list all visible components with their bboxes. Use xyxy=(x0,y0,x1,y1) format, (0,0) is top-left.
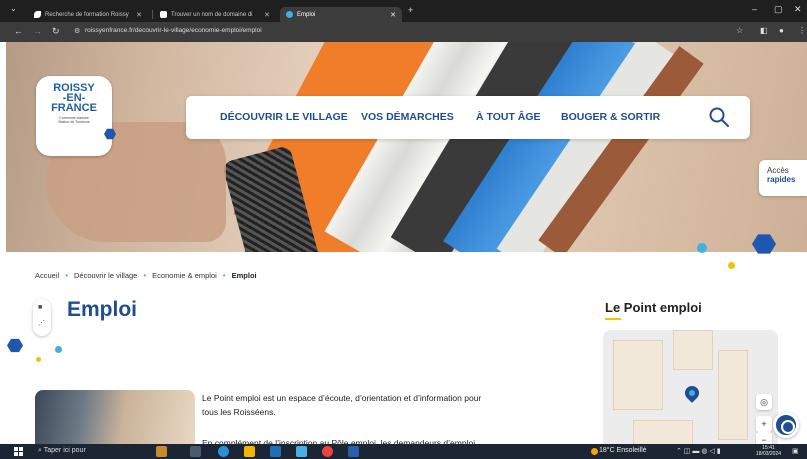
decor-cyan-dot xyxy=(697,243,707,253)
map-building xyxy=(633,420,693,445)
close-tab-icon[interactable]: ✕ xyxy=(264,11,270,19)
chat-help-button[interactable] xyxy=(773,412,799,438)
edge-icon[interactable] xyxy=(218,446,229,457)
file-explorer-icon[interactable] xyxy=(244,446,255,457)
minimize-icon[interactable]: – xyxy=(752,4,757,14)
print-icon[interactable]: ■ xyxy=(38,304,42,311)
weather-text[interactable]: 18°C Ensoleillé xyxy=(599,447,647,454)
breadcrumb-separator-icon: • xyxy=(222,271,226,280)
reload-icon[interactable]: ↻ xyxy=(52,26,60,37)
leaf-favicon-icon xyxy=(34,11,41,18)
tab-recherche[interactable]: Recherche de formation Roissy ✕ xyxy=(28,7,148,22)
url-field[interactable]: roissyenfrance.fr/decouvrir-le-village/e… xyxy=(85,27,262,34)
article-intro-line2: tous les Roisséens. xyxy=(202,407,276,417)
weather-sun-icon xyxy=(591,448,598,455)
profile-icon[interactable]: ● xyxy=(779,26,784,35)
taskbar-app-icon[interactable] xyxy=(156,446,167,457)
breadcrumb-separator-icon: • xyxy=(65,271,68,280)
quick-access-button[interactable]: Accès rapides xyxy=(759,160,807,196)
clock-date: 18/03/2024 xyxy=(756,451,782,457)
map-building xyxy=(718,350,748,440)
taskbar-search-placeholder: Taper ici pour xyxy=(43,447,86,454)
main-menu: DÉCOUVRIR LE VILLAGE VOS DÉMARCHES À TOU… xyxy=(186,96,750,139)
site-logo[interactable]: ROISSY -EN- FRANCE Commune classée Stati… xyxy=(36,76,112,156)
word-icon[interactable] xyxy=(348,446,359,457)
menu-item-demarches[interactable]: VOS DÉMARCHES xyxy=(361,111,454,123)
side-panel-icon[interactable]: ◧ xyxy=(760,26,768,35)
back-icon[interactable]: ← xyxy=(14,26,23,36)
sidebar-title: Le Point emploi xyxy=(605,300,702,315)
article-intro-line1: Le Point emploi est un espace d’écoute, … xyxy=(202,393,482,403)
taskbar-app-icon[interactable] xyxy=(296,446,307,457)
decor-yellow-dot xyxy=(728,262,735,269)
breadcrumb-village[interactable]: Découvrir le village xyxy=(74,271,137,280)
decor-hexagon-icon xyxy=(7,338,23,353)
windows-start-icon[interactable] xyxy=(14,447,23,456)
zoom-in-button[interactable]: + xyxy=(756,416,772,432)
sidebar-title-underline xyxy=(605,318,621,320)
article-intro: Le Point emploi est un espace d’écoute, … xyxy=(202,391,532,419)
site-settings-icon[interactable]: ⚙ xyxy=(74,27,80,35)
breadcrumb-current: Emploi xyxy=(231,271,257,280)
page-title: Emploi xyxy=(67,298,138,321)
quick-access-line2: rapides xyxy=(767,175,796,184)
tab-label: Emploi xyxy=(297,11,316,18)
new-tab-button[interactable]: + xyxy=(408,5,413,15)
tab-divider xyxy=(152,10,153,19)
close-tab-icon[interactable]: ✕ xyxy=(136,11,142,19)
close-tab-icon[interactable]: ✕ xyxy=(390,11,396,19)
tab-emploi[interactable]: Emploi ✕ xyxy=(280,7,402,22)
address-bar: ← → ↻ ⚙ roissyenfrance.fr/decouvrir-le-v… xyxy=(0,22,807,42)
share-widget: ■ ⋰ xyxy=(33,299,51,336)
task-view-icon[interactable] xyxy=(190,446,201,457)
browser-menu-icon[interactable]: ⋮ xyxy=(798,26,806,35)
breadcrumb-home[interactable]: Accueil xyxy=(35,271,59,280)
forward-icon[interactable]: → xyxy=(33,26,42,36)
menu-item-decouvrir[interactable]: DÉCOUVRIR LE VILLAGE xyxy=(220,111,348,123)
map-pin-icon[interactable] xyxy=(682,383,702,403)
menu-item-age[interactable]: À TOUT ÂGE xyxy=(476,111,541,123)
map-building xyxy=(613,340,663,410)
breadcrumb-separator-icon: • xyxy=(143,271,147,280)
map-building xyxy=(673,330,713,370)
maximize-icon[interactable]: ▢ xyxy=(774,4,783,15)
decor-cyan-dot xyxy=(55,346,62,353)
hero-banner xyxy=(6,42,807,252)
screen: ⌄ Recherche de formation Roissy ✕ Trouve… xyxy=(0,0,807,459)
article-image xyxy=(35,390,195,444)
bookmark-star-icon[interactable]: ☆ xyxy=(736,26,743,35)
tab-label: Recherche de formation Roissy xyxy=(45,11,129,18)
quick-access-line1: Accès xyxy=(767,166,789,175)
page-favicon-icon xyxy=(160,11,167,18)
taskbar: ⌕ Taper ici pour 18°C Ensoleillé ⌃ ◫ ▬ ◍… xyxy=(0,444,807,459)
search-icon[interactable] xyxy=(708,106,730,128)
decor-yellow-dot xyxy=(36,357,41,362)
site-favicon-icon xyxy=(286,11,293,18)
taskbar-clock[interactable]: 15:41 18/03/2024 xyxy=(756,445,781,457)
tab-domaine[interactable]: Trouver un nom de domaine di ✕ xyxy=(154,7,276,22)
browser-tab-bar: ⌄ Recherche de formation Roissy ✕ Trouve… xyxy=(0,0,807,22)
notification-icon[interactable]: ▣ xyxy=(792,447,799,455)
locate-me-icon[interactable]: ◎ xyxy=(756,394,772,410)
system-tray-icons[interactable]: ⌃ ◫ ▬ ◍ ◁ ▮ xyxy=(676,447,721,455)
logo-tagline: Commune classée Station de Tourisme xyxy=(58,116,90,124)
breadcrumb: Accueil • Découvrir le village • Economi… xyxy=(35,271,257,280)
taskbar-search[interactable]: ⌕ Taper ici pour xyxy=(38,447,86,455)
logo-name: ROISSY -EN- FRANCE xyxy=(51,82,97,114)
store-icon[interactable] xyxy=(270,446,281,457)
article-next-paragraph: En complément de l’inscription au Pôle e… xyxy=(202,438,476,444)
tab-label: Trouver un nom de domaine di xyxy=(171,11,253,18)
menu-item-bouger[interactable]: BOUGER & SORTIR xyxy=(561,111,660,123)
breadcrumb-economie[interactable]: Economie & emploi xyxy=(152,271,217,280)
chrome-icon[interactable] xyxy=(322,446,333,457)
close-window-icon[interactable]: ✕ xyxy=(794,4,802,15)
tab-search-icon[interactable]: ⌄ xyxy=(10,4,17,13)
location-map[interactable]: ◎ + − xyxy=(603,330,778,445)
share-icon[interactable]: ⋰ xyxy=(38,319,45,327)
